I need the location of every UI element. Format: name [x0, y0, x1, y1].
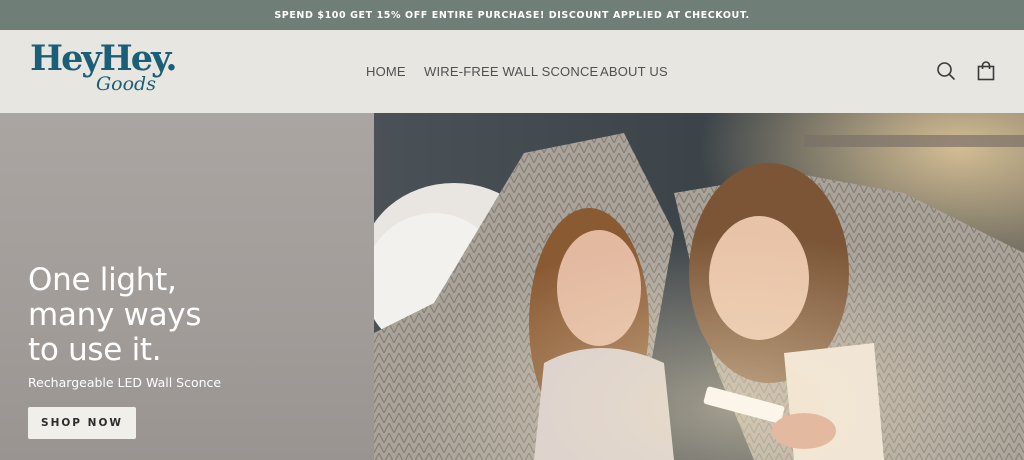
hero-banner: One light, many ways to use it. Recharge…: [0, 113, 1024, 460]
site-header: HeyHey. Goods HOME WIRE-FREE WALL SCONCE…: [0, 30, 1024, 113]
cart-button[interactable]: [975, 60, 997, 82]
hero-text-panel: One light, many ways to use it. Recharge…: [0, 113, 374, 460]
logo-script: Goods: [96, 73, 156, 95]
nav-item-wire-free-wall-sconce[interactable]: WIRE-FREE WALL SCONCE: [424, 64, 598, 79]
shop-now-button[interactable]: SHOP NOW: [28, 407, 136, 439]
hero-subheading: Rechargeable LED Wall Sconce: [28, 375, 222, 390]
brand-logo[interactable]: HeyHey. Goods: [30, 39, 195, 105]
hero-headline: One light, many ways to use it.: [28, 263, 358, 368]
announcement-bar: SPEND $100 GET 15% OFF ENTIRE PURCHASE! …: [0, 0, 1024, 30]
headline-line: many ways: [28, 297, 202, 333]
hero-photo-illustration: [374, 113, 1024, 460]
headline-line: to use it.: [28, 332, 162, 368]
nav-item-about-us[interactable]: ABOUT US: [600, 64, 668, 79]
hero-image: [374, 113, 1024, 460]
search-button[interactable]: [935, 60, 957, 82]
search-icon: [937, 62, 955, 80]
headline-line: One light,: [28, 262, 177, 298]
announcement-text: SPEND $100 GET 15% OFF ENTIRE PURCHASE! …: [274, 9, 750, 21]
nav-item-home[interactable]: HOME: [366, 64, 406, 79]
cart-icon: [977, 61, 995, 81]
